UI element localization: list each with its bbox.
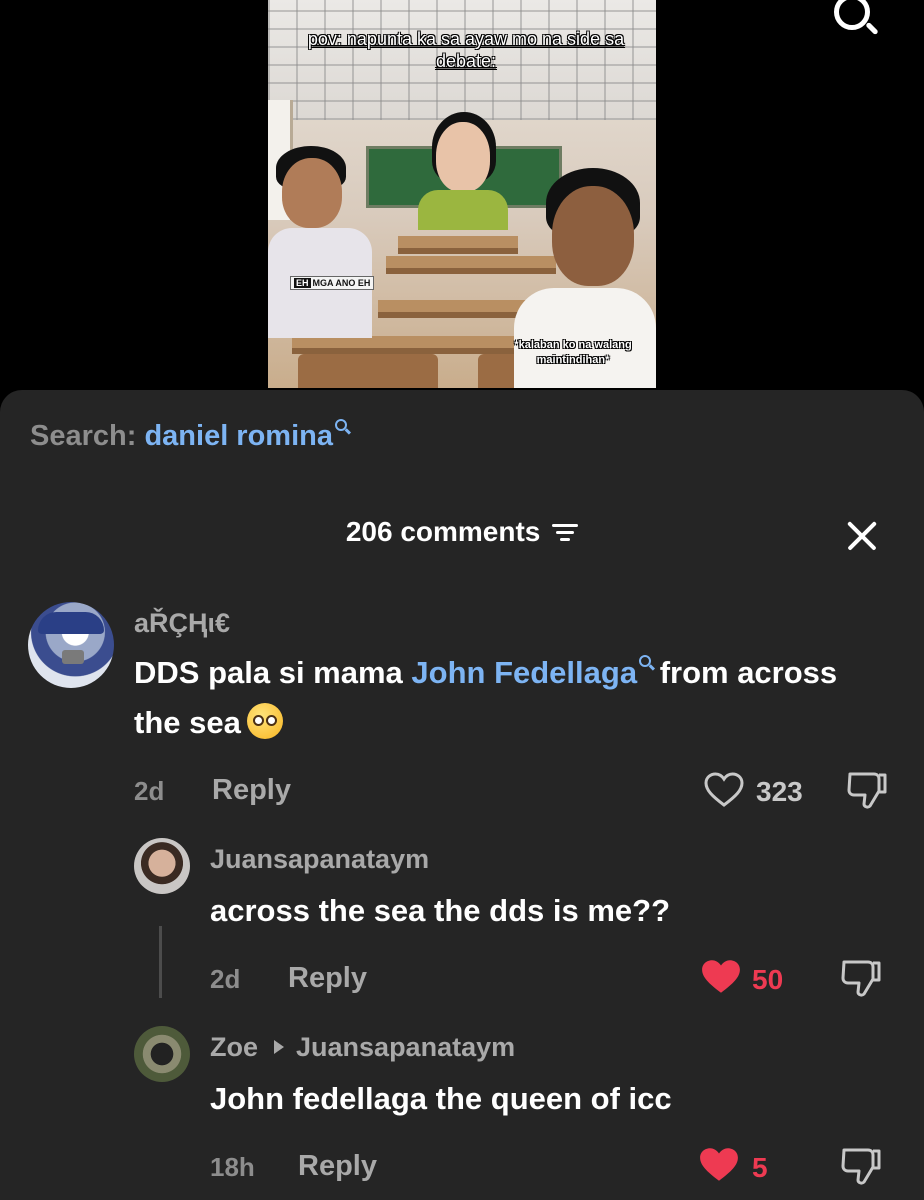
video-title-overlay: pov: napunta ka sa ayaw mo na side sa de… (307, 29, 625, 71)
comment-username[interactable]: aŘÇⱧι€ (134, 608, 230, 639)
mention-link[interactable]: John Fedellaga (411, 655, 637, 690)
comment-time: 2d (134, 776, 165, 806)
comments-sheet: Search: daniel romina 206 comments aŘÇⱧι… (0, 390, 924, 1200)
heart-filled-icon[interactable] (698, 1146, 740, 1184)
comment-username[interactable]: Zoe Juansapanataym (210, 1032, 515, 1063)
reply-button[interactable]: Reply (212, 774, 291, 807)
video-caption: *kalaban ko na walang maintindihan* (514, 339, 632, 366)
dislike-icon[interactable] (840, 958, 882, 998)
like-count: 5 (752, 1152, 768, 1183)
classroom-desk (386, 256, 556, 274)
comment-text: John fedellaga the queen of icc (210, 1081, 672, 1116)
sort-icon[interactable] (552, 522, 579, 542)
search-term-link[interactable]: daniel romina (144, 420, 333, 452)
like-count: 50 (752, 964, 784, 995)
dislike-icon[interactable] (846, 770, 888, 810)
comments-count: 206 comments (345, 516, 541, 547)
search-term-icon (335, 419, 347, 431)
comments-header: 206 comments (0, 516, 924, 548)
classroom-chair (298, 354, 438, 388)
avatar[interactable] (134, 1026, 190, 1082)
thread-line (159, 926, 162, 998)
search-label: Search: (30, 420, 137, 452)
comment-text: across the sea the dds is me?? (210, 893, 671, 928)
search-suggestion[interactable]: Search: daniel romina (30, 419, 347, 453)
reply-to-username[interactable]: Juansapanataym (296, 1032, 515, 1062)
reply-button[interactable]: Reply (298, 1150, 377, 1183)
heart-filled-icon[interactable] (700, 958, 742, 996)
pleading-face-emoji (246, 703, 283, 739)
reply-button[interactable]: Reply (288, 962, 367, 995)
video-preview[interactable]: pov: napunta ka sa ayaw mo na side sa de… (268, 0, 656, 388)
comment-username[interactable]: Juansapanataym (210, 844, 429, 875)
heart-outline-icon[interactable] (704, 772, 744, 808)
sticker-label: EH MGA ANO EH (290, 276, 375, 290)
search-icon[interactable] (834, 0, 870, 30)
comment-time: 18h (210, 1152, 255, 1182)
mention-search-icon (639, 655, 652, 667)
reply-arrow-icon (274, 1040, 285, 1054)
close-icon[interactable] (846, 520, 878, 552)
classroom-desk (398, 236, 518, 254)
comment-time: 2d (210, 964, 241, 994)
comment-text: DDS pala si mama John Fedellaga from acr… (134, 655, 838, 740)
avatar[interactable] (28, 602, 114, 688)
like-count: 323 (756, 776, 803, 807)
dislike-icon[interactable] (840, 1146, 882, 1186)
avatar[interactable] (134, 838, 190, 894)
